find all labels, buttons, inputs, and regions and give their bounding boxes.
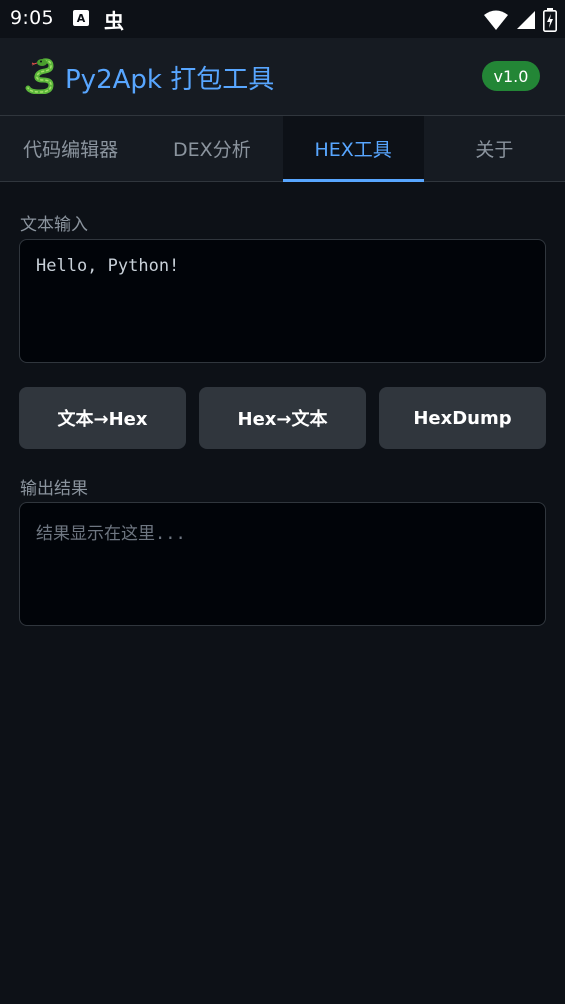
app-title: Py2Apk 打包工具 bbox=[65, 65, 275, 95]
status-icons bbox=[483, 8, 557, 32]
action-button-row: 文本→Hex Hex→文本 HexDump bbox=[19, 387, 546, 449]
notification-bug-icon: 虫 bbox=[104, 9, 124, 33]
tab-about[interactable]: 关于 bbox=[424, 116, 565, 181]
input-label: 文本输入 bbox=[20, 215, 88, 235]
hexdump-button[interactable]: HexDump bbox=[379, 387, 546, 449]
battery-icon bbox=[543, 8, 557, 32]
output-label: 输出结果 bbox=[20, 479, 88, 499]
status-bar: 9:05 A 虫 bbox=[0, 0, 565, 38]
text-input[interactable]: Hello, Python! bbox=[19, 239, 546, 363]
app-header: Py2Apk 打包工具 v1.0 bbox=[0, 38, 565, 116]
snake-icon bbox=[25, 58, 54, 94]
tab-code-editor[interactable]: 代码编辑器 bbox=[0, 116, 141, 181]
wifi-icon bbox=[484, 10, 508, 30]
notification-a-icon: A bbox=[73, 10, 89, 26]
output-field[interactable] bbox=[19, 502, 546, 626]
hex-to-text-button[interactable]: Hex→文本 bbox=[199, 387, 366, 449]
tab-dex-analysis[interactable]: DEX分析 bbox=[141, 116, 282, 181]
cellular-signal-icon bbox=[517, 11, 535, 29]
tab-bar: 代码编辑器 DEX分析 HEX工具 关于 bbox=[0, 116, 565, 182]
version-badge: v1.0 bbox=[482, 61, 540, 91]
tab-hex-tool[interactable]: HEX工具 bbox=[282, 116, 425, 182]
status-time: 9:05 bbox=[10, 7, 54, 29]
text-to-hex-button[interactable]: 文本→Hex bbox=[19, 387, 186, 449]
